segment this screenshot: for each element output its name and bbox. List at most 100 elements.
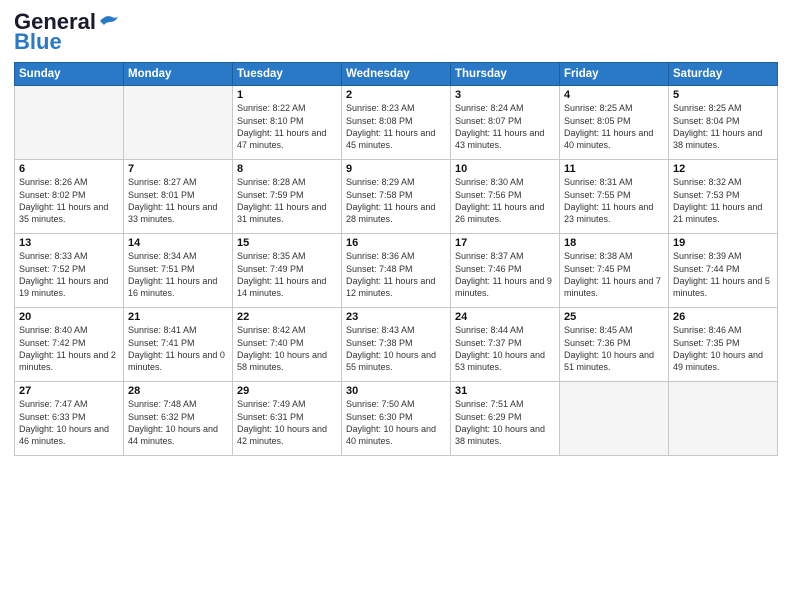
weekday-header-row: SundayMondayTuesdayWednesdayThursdayFrid… [15, 63, 778, 86]
week-row-2: 13Sunrise: 8:33 AM Sunset: 7:52 PM Dayli… [15, 234, 778, 308]
calendar-cell: 13Sunrise: 8:33 AM Sunset: 7:52 PM Dayli… [15, 234, 124, 308]
day-number: 12 [673, 163, 773, 175]
day-info: Sunrise: 8:25 AM Sunset: 8:05 PM Dayligh… [564, 102, 664, 151]
day-info: Sunrise: 8:31 AM Sunset: 7:55 PM Dayligh… [564, 176, 664, 225]
day-number: 15 [237, 237, 337, 249]
calendar-cell: 2Sunrise: 8:23 AM Sunset: 8:08 PM Daylig… [342, 86, 451, 160]
day-number: 24 [455, 311, 555, 323]
calendar-cell: 5Sunrise: 8:25 AM Sunset: 8:04 PM Daylig… [669, 86, 778, 160]
day-info: Sunrise: 8:42 AM Sunset: 7:40 PM Dayligh… [237, 324, 337, 373]
day-info: Sunrise: 7:51 AM Sunset: 6:29 PM Dayligh… [455, 398, 555, 447]
day-number: 31 [455, 385, 555, 397]
weekday-header-monday: Monday [124, 63, 233, 86]
calendar-cell [124, 86, 233, 160]
day-info: Sunrise: 8:39 AM Sunset: 7:44 PM Dayligh… [673, 250, 773, 299]
weekday-header-saturday: Saturday [669, 63, 778, 86]
day-number: 6 [19, 163, 119, 175]
day-info: Sunrise: 8:46 AM Sunset: 7:35 PM Dayligh… [673, 324, 773, 373]
day-number: 23 [346, 311, 446, 323]
day-info: Sunrise: 8:28 AM Sunset: 7:59 PM Dayligh… [237, 176, 337, 225]
week-row-4: 27Sunrise: 7:47 AM Sunset: 6:33 PM Dayli… [15, 382, 778, 456]
day-info: Sunrise: 8:40 AM Sunset: 7:42 PM Dayligh… [19, 324, 119, 373]
calendar-cell: 17Sunrise: 8:37 AM Sunset: 7:46 PM Dayli… [451, 234, 560, 308]
day-number: 25 [564, 311, 664, 323]
calendar-cell: 27Sunrise: 7:47 AM Sunset: 6:33 PM Dayli… [15, 382, 124, 456]
calendar-cell: 19Sunrise: 8:39 AM Sunset: 7:44 PM Dayli… [669, 234, 778, 308]
weekday-header-wednesday: Wednesday [342, 63, 451, 86]
day-info: Sunrise: 8:34 AM Sunset: 7:51 PM Dayligh… [128, 250, 228, 299]
day-number: 22 [237, 311, 337, 323]
day-number: 26 [673, 311, 773, 323]
calendar-cell: 16Sunrise: 8:36 AM Sunset: 7:48 PM Dayli… [342, 234, 451, 308]
calendar-cell: 28Sunrise: 7:48 AM Sunset: 6:32 PM Dayli… [124, 382, 233, 456]
day-info: Sunrise: 8:33 AM Sunset: 7:52 PM Dayligh… [19, 250, 119, 299]
page: General Blue SundayMondayTuesdayWednesda… [0, 0, 792, 612]
calendar-cell [560, 382, 669, 456]
weekday-header-sunday: Sunday [15, 63, 124, 86]
day-info: Sunrise: 8:29 AM Sunset: 7:58 PM Dayligh… [346, 176, 446, 225]
calendar-cell: 26Sunrise: 8:46 AM Sunset: 7:35 PM Dayli… [669, 308, 778, 382]
logo-bird-icon [98, 10, 120, 34]
day-info: Sunrise: 7:48 AM Sunset: 6:32 PM Dayligh… [128, 398, 228, 447]
day-info: Sunrise: 8:36 AM Sunset: 7:48 PM Dayligh… [346, 250, 446, 299]
day-number: 21 [128, 311, 228, 323]
calendar-cell: 31Sunrise: 7:51 AM Sunset: 6:29 PM Dayli… [451, 382, 560, 456]
day-info: Sunrise: 8:22 AM Sunset: 8:10 PM Dayligh… [237, 102, 337, 151]
calendar-cell: 1Sunrise: 8:22 AM Sunset: 8:10 PM Daylig… [233, 86, 342, 160]
day-number: 1 [237, 89, 337, 101]
calendar-cell: 23Sunrise: 8:43 AM Sunset: 7:38 PM Dayli… [342, 308, 451, 382]
day-info: Sunrise: 8:35 AM Sunset: 7:49 PM Dayligh… [237, 250, 337, 299]
day-info: Sunrise: 7:50 AM Sunset: 6:30 PM Dayligh… [346, 398, 446, 447]
calendar-cell [669, 382, 778, 456]
calendar-cell: 4Sunrise: 8:25 AM Sunset: 8:05 PM Daylig… [560, 86, 669, 160]
calendar-cell: 7Sunrise: 8:27 AM Sunset: 8:01 PM Daylig… [124, 160, 233, 234]
day-number: 14 [128, 237, 228, 249]
weekday-header-friday: Friday [560, 63, 669, 86]
day-number: 13 [19, 237, 119, 249]
day-number: 28 [128, 385, 228, 397]
day-number: 11 [564, 163, 664, 175]
day-number: 9 [346, 163, 446, 175]
day-number: 7 [128, 163, 228, 175]
day-number: 2 [346, 89, 446, 101]
day-info: Sunrise: 8:38 AM Sunset: 7:45 PM Dayligh… [564, 250, 664, 299]
calendar-cell: 18Sunrise: 8:38 AM Sunset: 7:45 PM Dayli… [560, 234, 669, 308]
calendar-cell: 10Sunrise: 8:30 AM Sunset: 7:56 PM Dayli… [451, 160, 560, 234]
day-number: 3 [455, 89, 555, 101]
calendar-cell: 30Sunrise: 7:50 AM Sunset: 6:30 PM Dayli… [342, 382, 451, 456]
day-info: Sunrise: 8:32 AM Sunset: 7:53 PM Dayligh… [673, 176, 773, 225]
day-number: 16 [346, 237, 446, 249]
weekday-header-tuesday: Tuesday [233, 63, 342, 86]
day-number: 18 [564, 237, 664, 249]
week-row-3: 20Sunrise: 8:40 AM Sunset: 7:42 PM Dayli… [15, 308, 778, 382]
day-info: Sunrise: 8:26 AM Sunset: 8:02 PM Dayligh… [19, 176, 119, 225]
day-number: 19 [673, 237, 773, 249]
day-info: Sunrise: 8:41 AM Sunset: 7:41 PM Dayligh… [128, 324, 228, 373]
logo-blue: Blue [14, 30, 62, 54]
day-number: 5 [673, 89, 773, 101]
day-info: Sunrise: 8:25 AM Sunset: 8:04 PM Dayligh… [673, 102, 773, 151]
calendar-cell: 15Sunrise: 8:35 AM Sunset: 7:49 PM Dayli… [233, 234, 342, 308]
calendar-cell: 29Sunrise: 7:49 AM Sunset: 6:31 PM Dayli… [233, 382, 342, 456]
day-number: 10 [455, 163, 555, 175]
day-info: Sunrise: 8:23 AM Sunset: 8:08 PM Dayligh… [346, 102, 446, 151]
day-info: Sunrise: 8:45 AM Sunset: 7:36 PM Dayligh… [564, 324, 664, 373]
day-info: Sunrise: 8:27 AM Sunset: 8:01 PM Dayligh… [128, 176, 228, 225]
day-info: Sunrise: 8:37 AM Sunset: 7:46 PM Dayligh… [455, 250, 555, 299]
day-number: 4 [564, 89, 664, 101]
day-info: Sunrise: 8:30 AM Sunset: 7:56 PM Dayligh… [455, 176, 555, 225]
day-number: 8 [237, 163, 337, 175]
calendar-cell: 14Sunrise: 8:34 AM Sunset: 7:51 PM Dayli… [124, 234, 233, 308]
week-row-0: 1Sunrise: 8:22 AM Sunset: 8:10 PM Daylig… [15, 86, 778, 160]
day-number: 17 [455, 237, 555, 249]
calendar-cell: 9Sunrise: 8:29 AM Sunset: 7:58 PM Daylig… [342, 160, 451, 234]
calendar-cell: 8Sunrise: 8:28 AM Sunset: 7:59 PM Daylig… [233, 160, 342, 234]
calendar-cell: 24Sunrise: 8:44 AM Sunset: 7:37 PM Dayli… [451, 308, 560, 382]
weekday-header-thursday: Thursday [451, 63, 560, 86]
day-number: 30 [346, 385, 446, 397]
day-info: Sunrise: 8:43 AM Sunset: 7:38 PM Dayligh… [346, 324, 446, 373]
day-number: 29 [237, 385, 337, 397]
calendar-cell: 12Sunrise: 8:32 AM Sunset: 7:53 PM Dayli… [669, 160, 778, 234]
calendar-cell: 22Sunrise: 8:42 AM Sunset: 7:40 PM Dayli… [233, 308, 342, 382]
calendar-cell: 11Sunrise: 8:31 AM Sunset: 7:55 PM Dayli… [560, 160, 669, 234]
